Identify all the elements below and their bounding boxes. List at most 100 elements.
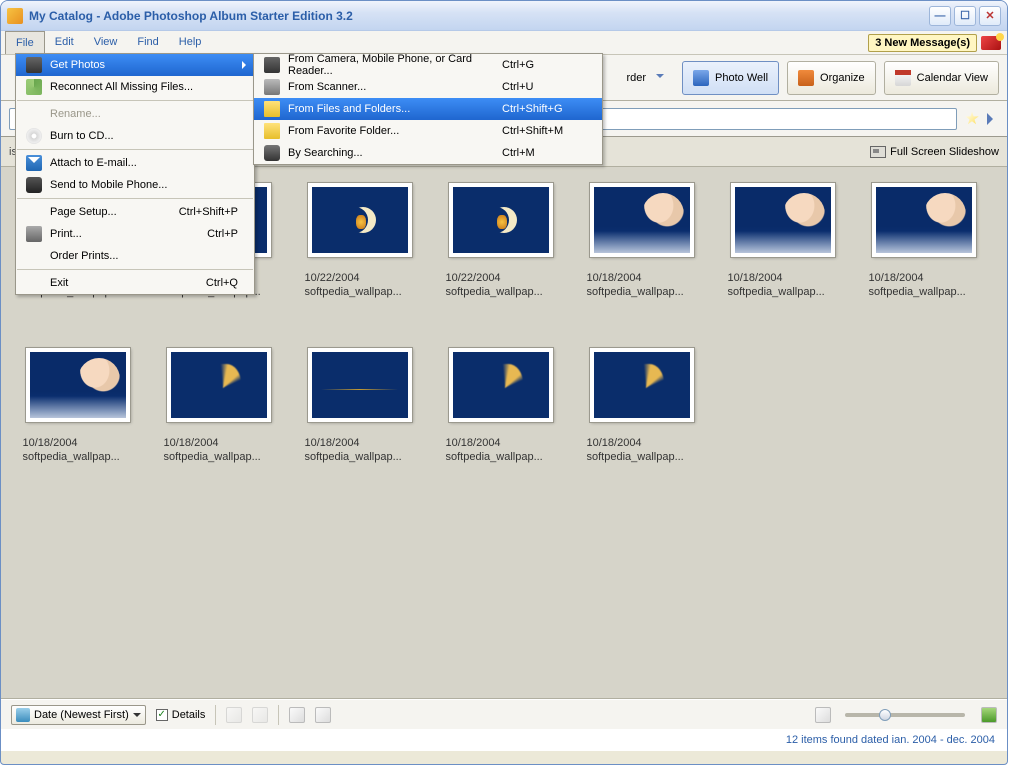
photo-caption: 10/18/2004softpedia_wallpap...	[305, 436, 415, 464]
photo-thumbnail[interactable]	[872, 183, 976, 257]
photo-caption: 10/18/2004softpedia_wallpap...	[587, 271, 697, 299]
menu-page-setup[interactable]: Page Setup... Ctrl+Shift+P	[16, 201, 254, 223]
share-button[interactable]	[315, 707, 331, 723]
menu-view[interactable]: View	[84, 31, 128, 54]
photo-cell[interactable]: 10/22/2004softpedia_wallpap...	[430, 179, 571, 344]
sort-combo[interactable]: Date (Newest First)	[11, 705, 146, 725]
menu-get-photos[interactable]: Get Photos	[16, 54, 254, 76]
photo-caption: 10/18/2004softpedia_wallpap...	[446, 436, 556, 464]
order-button[interactable]: rder	[616, 61, 674, 95]
mail-icon[interactable]	[981, 36, 1001, 50]
camera-icon	[264, 57, 280, 73]
photo-date: 10/18/2004	[164, 436, 274, 450]
window-title: My Catalog - Adobe Photoshop Album Start…	[29, 9, 353, 23]
photo-date: 10/18/2004	[869, 271, 979, 285]
photo-date: 10/18/2004	[587, 271, 697, 285]
photo-date: 10/18/2004	[23, 436, 133, 450]
menu-send-phone[interactable]: Send to Mobile Phone...	[16, 174, 254, 196]
menu-order-prints[interactable]: Order Prints...	[16, 245, 254, 267]
calendar-icon	[895, 70, 911, 86]
thumbnail-size-slider[interactable]	[845, 713, 965, 717]
organize-label: Organize	[820, 72, 865, 84]
photo-cell[interactable]: 10/18/2004softpedia_wallpap...	[289, 344, 430, 509]
link-icon	[26, 79, 42, 95]
photo-filename: softpedia_wallpap...	[164, 450, 274, 464]
calendar-view-label: Calendar View	[917, 72, 988, 84]
photo-thumbnail[interactable]	[167, 348, 271, 422]
photo-caption: 10/18/2004softpedia_wallpap...	[869, 271, 979, 299]
submenu-from-scanner[interactable]: From Scanner... Ctrl+U	[254, 76, 602, 98]
menu-find[interactable]: Find	[127, 31, 168, 54]
photo-date: 10/18/2004	[446, 436, 556, 450]
photo-thumbnail[interactable]	[449, 183, 553, 257]
folder-icon	[264, 123, 280, 139]
photo-thumbnail[interactable]	[449, 348, 553, 422]
photo-thumbnail[interactable]	[590, 348, 694, 422]
photo-filename: softpedia_wallpap...	[446, 285, 556, 299]
menu-print[interactable]: Print... Ctrl+P	[16, 223, 254, 245]
photo-filename: softpedia_wallpap...	[446, 450, 556, 464]
play-icon[interactable]	[987, 113, 999, 125]
zoom-large-icon[interactable]	[981, 707, 997, 723]
app-icon	[7, 8, 23, 24]
photo-caption: 10/22/2004softpedia_wallpap...	[446, 271, 556, 299]
bottom-toolbar: Date (Newest First) ✓ Details	[1, 699, 1007, 729]
sort-icon	[16, 708, 30, 722]
maximize-button[interactable]: ☐	[954, 6, 976, 26]
photo-cell[interactable]: 10/18/2004softpedia_wallpap...	[430, 344, 571, 509]
email-icon	[26, 155, 42, 171]
properties-button[interactable]	[289, 707, 305, 723]
minimize-button[interactable]: ―	[929, 6, 951, 26]
menu-file[interactable]: File	[5, 31, 45, 54]
photo-date: 10/22/2004	[446, 271, 556, 285]
order-label: rder	[626, 72, 646, 84]
new-messages-badge[interactable]: 3 New Message(s)	[868, 34, 977, 52]
menu-help[interactable]: Help	[169, 31, 212, 54]
photo-thumbnail[interactable]	[26, 348, 130, 422]
photo-caption: 10/18/2004softpedia_wallpap...	[23, 436, 133, 464]
close-button[interactable]: ✕	[979, 6, 1001, 26]
submenu-from-files[interactable]: From Files and Folders... Ctrl+Shift+G	[254, 98, 602, 120]
photo-caption: 10/18/2004softpedia_wallpap...	[164, 436, 274, 464]
zoom-small-icon[interactable]	[815, 707, 831, 723]
menu-attach-email[interactable]: Attach to E-mail...	[16, 152, 254, 174]
photo-filename: softpedia_wallpap...	[728, 285, 838, 299]
photo-cell[interactable]: 10/18/2004softpedia_wallpap...	[571, 344, 712, 509]
menu-rename: Rename...	[16, 103, 254, 125]
details-checkbox[interactable]: ✓ Details	[156, 709, 206, 721]
photo-thumbnail[interactable]	[731, 183, 835, 257]
photo-filename: softpedia_wallpap...	[23, 450, 133, 464]
fullscreen-slideshow-button[interactable]: Full Screen Slideshow	[870, 146, 999, 158]
photo-cell[interactable]: 10/18/2004softpedia_wallpap...	[7, 344, 148, 509]
titlebar[interactable]: My Catalog - Adobe Photoshop Album Start…	[1, 1, 1007, 31]
photo-thumbnail[interactable]	[308, 348, 412, 422]
submenu-from-favorite[interactable]: From Favorite Folder... Ctrl+Shift+M	[254, 120, 602, 142]
menu-burn[interactable]: Burn to CD...	[16, 125, 254, 147]
folder-icon	[264, 101, 280, 117]
submenu-by-searching[interactable]: By Searching... Ctrl+M	[254, 142, 602, 164]
star-icon[interactable]	[965, 112, 979, 126]
photo-thumbnail[interactable]	[590, 183, 694, 257]
photo-well-button[interactable]: Photo Well	[682, 61, 779, 95]
menu-exit[interactable]: Exit Ctrl+Q	[16, 272, 254, 294]
photo-cell[interactable]: 10/22/2004softpedia_wallpap...	[289, 179, 430, 344]
photo-filename: softpedia_wallpap...	[869, 285, 979, 299]
calendar-view-button[interactable]: Calendar View	[884, 61, 999, 95]
menu-edit[interactable]: Edit	[45, 31, 84, 54]
organize-icon	[798, 70, 814, 86]
menu-reconnect[interactable]: Reconnect All Missing Files...	[16, 76, 254, 98]
organize-button[interactable]: Organize	[787, 61, 876, 95]
submenu-from-camera[interactable]: From Camera, Mobile Phone, or Card Reade…	[254, 54, 602, 76]
photo-date: 10/18/2004	[305, 436, 415, 450]
file-menu: SO Get Photos Reconnect All Missing File…	[15, 53, 255, 295]
details-label: Details	[172, 709, 206, 721]
rotate-left-button[interactable]	[226, 707, 242, 723]
photo-filename: softpedia_wallpap...	[305, 450, 415, 464]
photo-cell[interactable]: 10/18/2004softpedia_wallpap...	[571, 179, 712, 344]
rotate-right-button[interactable]	[252, 707, 268, 723]
cd-icon	[26, 128, 42, 144]
photo-thumbnail[interactable]	[308, 183, 412, 257]
photo-cell[interactable]: 10/18/2004softpedia_wallpap...	[853, 179, 994, 344]
photo-cell[interactable]: 10/18/2004softpedia_wallpap...	[712, 179, 853, 344]
photo-cell[interactable]: 10/18/2004softpedia_wallpap...	[148, 344, 289, 509]
